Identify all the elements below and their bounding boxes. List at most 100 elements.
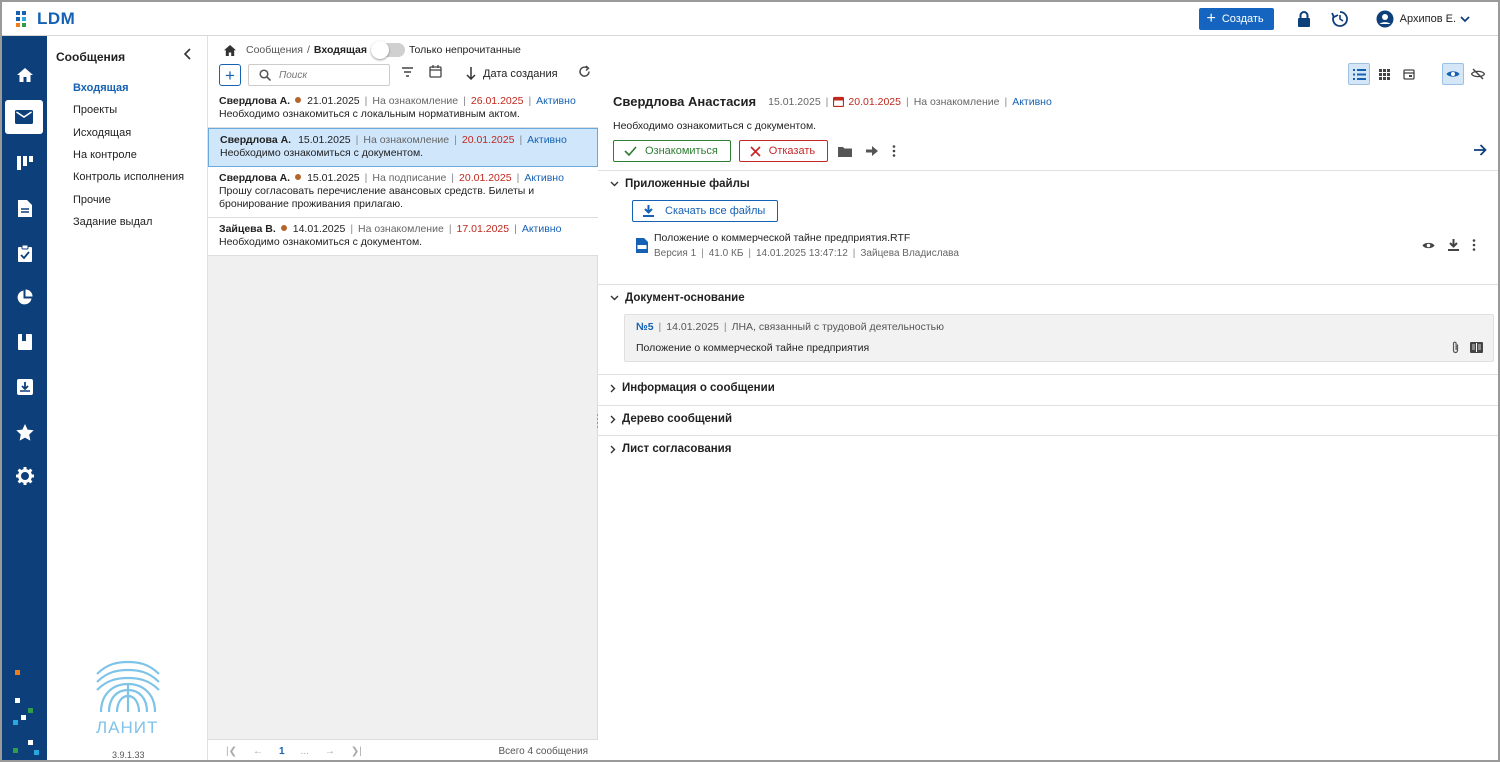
breadcrumb-current: Входящая xyxy=(313,44,367,56)
prev-page-icon[interactable]: ← xyxy=(253,746,263,757)
create-button[interactable]: + Создать xyxy=(1198,7,1274,30)
plus-icon: + xyxy=(1206,9,1216,27)
search-input[interactable] xyxy=(279,69,379,81)
lock-icon[interactable] xyxy=(1292,7,1316,31)
user-menu[interactable]: Архипов Е. xyxy=(1376,10,1470,28)
nav-reports[interactable] xyxy=(2,280,47,314)
collapse-chevron-left-icon[interactable] xyxy=(183,48,193,63)
more-icon[interactable] xyxy=(1472,239,1476,251)
menu-item-outgoing[interactable]: Исходящая xyxy=(73,127,131,139)
menu-item-projects[interactable]: Проекты xyxy=(73,104,117,116)
list-view-icon[interactable] xyxy=(1348,63,1370,85)
more-icon[interactable] xyxy=(892,145,896,157)
nav-home[interactable] xyxy=(2,58,47,92)
chevron-right-icon xyxy=(610,384,616,392)
detail-due: 20.01.2025 xyxy=(848,95,901,108)
base-document-header[interactable]: Документ-основание xyxy=(610,292,745,304)
attached-files-header[interactable]: Приложенные файлы xyxy=(610,178,750,190)
board-icon xyxy=(16,156,33,170)
detail-type: На ознакомление xyxy=(913,95,1000,108)
close-icon xyxy=(750,145,761,157)
grid-view-icon[interactable] xyxy=(1373,63,1395,85)
download-all-button[interactable]: Скачать все файлы xyxy=(632,200,779,222)
create-button-label: Создать xyxy=(1221,12,1264,25)
message-info-header[interactable]: Информация о сообщении xyxy=(610,382,775,394)
base-document-card[interactable]: №5 | 14.01.2025 | ЛНА, связанный с трудовой … xyxy=(624,314,1494,362)
reject-button[interactable]: Отказать xyxy=(738,140,829,162)
message-text: Необходимо ознакомиться с локальным норм… xyxy=(219,108,520,120)
message-row-selected[interactable]: Свердлова А. 15.01.2025 | На ознакомление | 2… xyxy=(208,128,598,167)
eye-off-icon[interactable] xyxy=(1467,63,1489,85)
calendar-due-icon xyxy=(833,96,845,107)
home-icon[interactable] xyxy=(224,44,236,56)
base-document-number[interactable]: №5 xyxy=(636,321,654,333)
file-name: Положение о коммерческой тайне предприят… xyxy=(654,232,911,244)
menu-item-task-issued[interactable]: Задание выдал xyxy=(73,216,152,228)
attach-icon[interactable] xyxy=(1452,341,1459,354)
eye-icon[interactable] xyxy=(1442,63,1464,85)
add-message-button[interactable]: + xyxy=(219,64,241,86)
nav-documents[interactable] xyxy=(2,191,47,225)
sort-control[interactable]: Дата создания xyxy=(466,67,558,80)
forward-icon[interactable] xyxy=(866,146,879,156)
unread-toggle[interactable] xyxy=(370,41,405,59)
app-logo[interactable]: LDM xyxy=(16,9,75,29)
detail-actions: Ознакомиться Отказать xyxy=(613,140,910,162)
list-footer: |❮ ← 1 ... → ❯| Всего 4 сообщения xyxy=(208,739,598,760)
message-author: Свердлова А. xyxy=(219,172,291,184)
eye-icon[interactable] xyxy=(1422,241,1435,250)
first-page-icon[interactable]: |❮ xyxy=(226,746,237,757)
message-row[interactable]: Свердлова А. 21.01.2025 | На ознакомление | 2… xyxy=(208,90,598,128)
sort-label: Дата создания xyxy=(483,67,558,80)
menu-item-execution-control[interactable]: Контроль исполнения xyxy=(73,171,184,183)
nav-archive[interactable] xyxy=(2,370,47,404)
menu-item-other[interactable]: Прочие xyxy=(73,194,111,206)
message-detail: Свердлова Анастасия 15.01.2025 | 20.01.2… xyxy=(598,36,1498,760)
nav-settings[interactable] xyxy=(2,459,47,493)
acknowledge-button[interactable]: Ознакомиться xyxy=(613,140,731,162)
unread-dot xyxy=(280,225,287,231)
nav-messages[interactable] xyxy=(5,100,43,134)
message-tree-title: Дерево сообщений xyxy=(622,413,733,425)
book-open-icon[interactable] xyxy=(1470,342,1483,353)
download-icon[interactable] xyxy=(1448,239,1459,251)
menu-item-inbox[interactable]: Входящая xyxy=(73,82,129,94)
search-box xyxy=(248,64,390,86)
message-row[interactable]: Зайцева В. 14.01.2025 | На ознакомление | 17.… xyxy=(208,218,598,256)
unread-dot xyxy=(295,97,302,103)
sender-name: Свердлова Анастасия xyxy=(613,94,757,109)
last-page-icon[interactable]: ❯| xyxy=(351,746,362,757)
next-page-icon[interactable]: → xyxy=(325,746,335,757)
calendar-view-icon[interactable] xyxy=(1398,63,1420,85)
message-due: 20.01.2025 xyxy=(459,172,512,184)
download-icon xyxy=(643,205,654,217)
arrow-down-icon xyxy=(466,67,476,80)
message-tree-header[interactable]: Дерево сообщений xyxy=(610,413,732,425)
nav-board[interactable] xyxy=(2,146,47,180)
approval-sheet-section xyxy=(598,435,1498,436)
message-row[interactable]: Свердлова А. 15.01.2025 | На подписание | 20.… xyxy=(208,167,598,218)
history-icon[interactable] xyxy=(1328,7,1352,31)
calendar-icon[interactable] xyxy=(429,65,442,81)
message-author: Свердлова А. xyxy=(220,134,292,146)
refresh-icon[interactable] xyxy=(578,65,591,81)
breadcrumb-root[interactable]: Сообщения xyxy=(246,44,303,56)
lanit-logo-icon xyxy=(96,660,160,713)
nav-favorites[interactable] xyxy=(2,415,47,449)
chevron-down-icon xyxy=(1460,15,1470,22)
folder-icon[interactable] xyxy=(838,146,853,157)
page-current[interactable]: 1 xyxy=(279,746,285,757)
page-ellipsis: ... xyxy=(300,745,309,757)
approval-sheet-header[interactable]: Лист согласования xyxy=(610,443,731,455)
arrow-right-icon[interactable] xyxy=(1474,144,1487,159)
nav-library[interactable] xyxy=(2,325,47,359)
book-icon xyxy=(17,334,32,350)
menu-item-on-control[interactable]: На контроле xyxy=(73,149,137,161)
message-status: Активно xyxy=(527,134,567,146)
app-window: LDM + Создать Архипов Е. Сообщения Входя… xyxy=(0,0,1500,762)
nav-tasks[interactable] xyxy=(2,236,47,270)
message-text: Необходимо ознакомиться с документом. xyxy=(220,147,424,159)
detail-text: Необходимо ознакомиться с документом. xyxy=(613,120,817,132)
chevron-right-icon xyxy=(610,445,616,453)
filter-icon[interactable] xyxy=(401,66,414,81)
